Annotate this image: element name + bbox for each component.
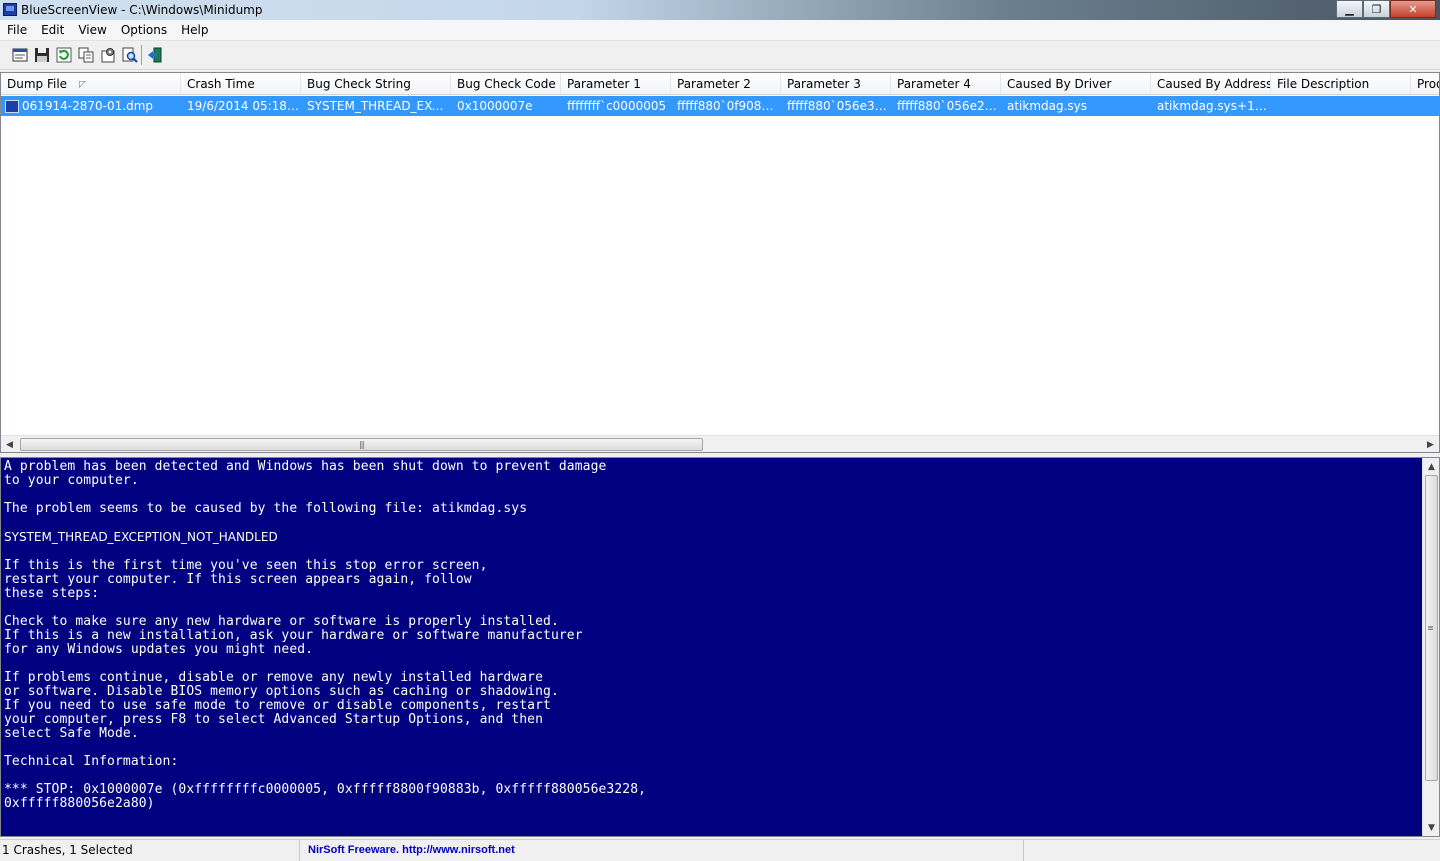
dump-file-icon — [5, 99, 19, 113]
bsod-line: your computer, press F8 to select Advanc… — [4, 712, 544, 727]
window-controls: ▁ ❐ ✕ — [1336, 0, 1436, 18]
save-icon[interactable] — [31, 44, 53, 66]
options-icon[interactable] — [97, 44, 119, 66]
nirsoft-link[interactable]: NirSoft Freeware. http://www.nirsoft.net — [300, 840, 1024, 861]
scroll-up-icon[interactable]: ▲ — [1423, 458, 1439, 475]
col-parameter-4[interactable]: Parameter 4 — [891, 73, 1001, 95]
cell-parameter-4: fffff880`056e2a... — [897, 99, 1001, 113]
col-bug-check-code[interactable]: Bug Check Code — [451, 73, 561, 95]
col-bug-check-string[interactable]: Bug Check String — [301, 73, 451, 95]
col-caused-by-driver[interactable]: Caused By Driver — [1001, 73, 1151, 95]
bsod-line: to your computer. — [4, 473, 139, 488]
scroll-down-icon[interactable]: ▼ — [1423, 819, 1439, 836]
bsod-tech-header: Technical Information: — [4, 754, 179, 769]
cell-caused-by-address: atikmdag.sys+12... — [1157, 99, 1271, 113]
cell-caused-by-driver: atikmdag.sys — [1007, 99, 1088, 113]
bsod-stop-line: *** STOP: 0x1000007e (0xffffffffc0000005… — [4, 782, 647, 797]
col-parameter-1[interactable]: Parameter 1 — [561, 73, 671, 95]
title-bar: BlueScreenView - C:\Windows\Minidump ▁ ❐… — [0, 0, 1440, 20]
bsod-line: select Safe Mode. — [4, 726, 139, 741]
status-summary: 1 Crashes, 1 Selected — [0, 840, 300, 861]
col-file-description[interactable]: File Description — [1271, 73, 1411, 95]
bsod-line: for any Windows updates you might need. — [4, 642, 314, 657]
maximize-button[interactable]: ❐ — [1363, 0, 1390, 18]
menu-file[interactable]: File — [0, 20, 34, 41]
col-crash-time[interactable]: Crash Time — [181, 73, 301, 95]
bsod-line: If this is a new installation, ask your … — [4, 628, 583, 643]
col-caused-by-address[interactable]: Caused By Address — [1151, 73, 1271, 95]
bsod-stop-line: 0xfffff880056e2a80) — [4, 796, 155, 811]
app-icon — [3, 3, 17, 16]
bsod-line: A problem has been detected and Windows … — [4, 459, 607, 474]
bsod-line: restart your computer. If this screen ap… — [4, 572, 472, 587]
vertical-scrollbar[interactable]: ▲ ≡ ▼ — [1422, 458, 1439, 836]
menu-help[interactable]: Help — [174, 20, 215, 41]
window-title: BlueScreenView - C:\Windows\Minidump — [21, 3, 263, 17]
menu-options[interactable]: Options — [114, 20, 174, 41]
cell-parameter-3: fffff880`056e32... — [787, 99, 891, 113]
cell-product — [1411, 96, 1439, 116]
cell-parameter-2: fffff880`0f90883b — [677, 99, 781, 113]
cell-parameter-1: ffffffff`c0000005 — [567, 99, 667, 113]
search-icon[interactable] — [119, 44, 141, 66]
cell-bug-check-string: SYSTEM_THREAD_EXC... — [307, 99, 451, 113]
cell-bug-check-code: 0x1000007e — [457, 99, 533, 113]
bsod-line: Check to make sure any new hardware or s… — [4, 614, 559, 629]
bsod-preview-pane: A problem has been detected and Windows … — [0, 457, 1440, 837]
minimize-button[interactable]: ▁ — [1336, 0, 1363, 18]
cell-dump-file: 061914-2870-01.dmp — [1, 96, 181, 116]
cell-file-description — [1271, 96, 1411, 116]
col-parameter-2[interactable]: Parameter 2 — [671, 73, 781, 95]
status-empty-panel — [1024, 840, 1440, 861]
col-product[interactable]: Prod — [1411, 73, 1439, 95]
close-button[interactable]: ✕ — [1390, 0, 1436, 18]
bsod-line: If this is the first time you've seen th… — [4, 558, 488, 573]
scroll-left-icon[interactable]: ◀ — [1, 436, 18, 452]
bsod-line: these steps: — [4, 586, 100, 601]
bsod-line: If problems continue, disable or remove … — [4, 670, 544, 685]
toolbar — [0, 41, 1440, 70]
horizontal-scrollbar[interactable]: ◀ ||| ▶ — [1, 435, 1439, 452]
vertical-scroll-thumb[interactable]: ≡ — [1425, 475, 1438, 781]
bsod-line: The problem seems to be caused by the fo… — [4, 501, 528, 516]
cell-crash-time: 19/6/2014 05:18:... — [187, 99, 301, 113]
exit-icon[interactable] — [144, 44, 166, 66]
menu-bar: File Edit View Options Help — [0, 20, 1440, 41]
bsod-bug-name: SYSTEM_THREAD_EXCEPTION_NOT_HANDLED — [4, 530, 278, 544]
properties-icon[interactable] — [9, 44, 31, 66]
menu-edit[interactable]: Edit — [34, 20, 71, 41]
crash-list: Dump File ◸ Crash Time Bug Check String B… — [0, 72, 1440, 453]
copy-icon[interactable] — [75, 44, 97, 66]
refresh-icon[interactable] — [53, 44, 75, 66]
menu-view[interactable]: View — [71, 20, 113, 41]
toolbar-separator — [141, 45, 142, 65]
bsod-line: If you need to use safe mode to remove o… — [4, 698, 551, 713]
col-parameter-3[interactable]: Parameter 3 — [781, 73, 891, 95]
list-header: Dump File ◸ Crash Time Bug Check String B… — [1, 73, 1439, 95]
scroll-right-icon[interactable]: ▶ — [1422, 436, 1439, 452]
horizontal-scroll-thumb[interactable]: ||| — [20, 438, 703, 451]
bsod-text[interactable]: A problem has been detected and Windows … — [1, 458, 1422, 836]
table-row[interactable]: 061914-2870-01.dmp 19/6/2014 05:18:... S… — [1, 96, 1439, 116]
status-bar: 1 Crashes, 1 Selected NirSoft Freeware. … — [0, 839, 1440, 861]
col-dump-file[interactable]: Dump File ◸ — [1, 73, 181, 95]
sort-arrow-icon: ◸ — [79, 80, 86, 90]
bsod-line: or software. Disable BIOS memory options… — [4, 684, 559, 699]
